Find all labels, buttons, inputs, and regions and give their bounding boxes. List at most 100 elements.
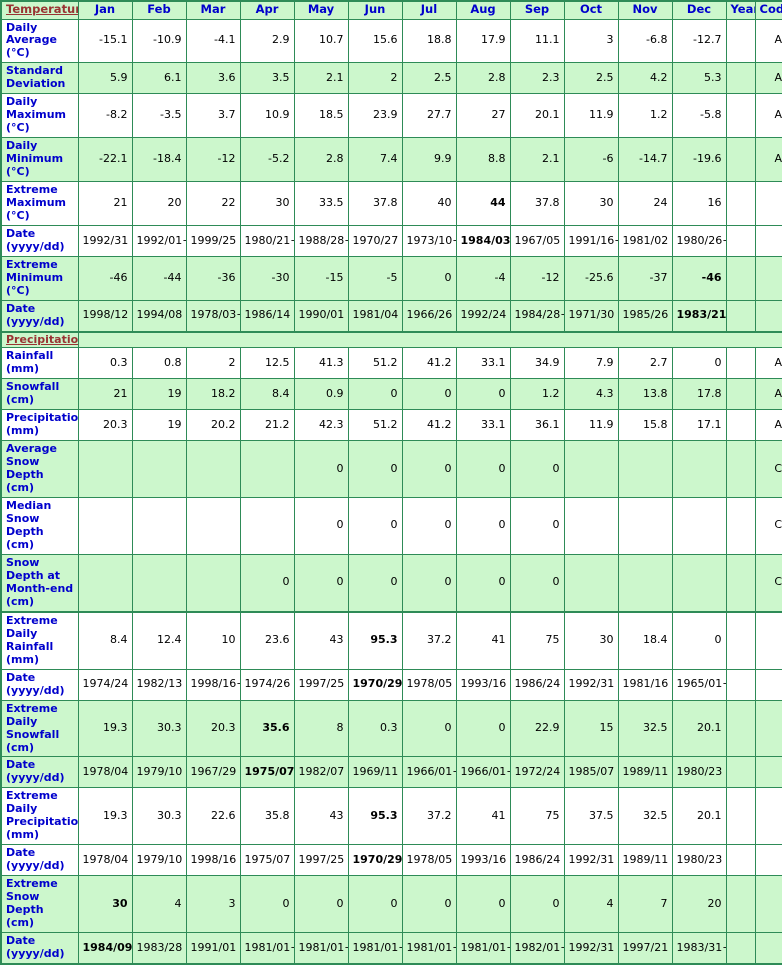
cell-dec: 5.3 — [671, 62, 727, 95]
cell-nov: 2.7 — [617, 347, 673, 380]
column-header-may: May — [293, 0, 349, 20]
cell-may: 0 — [293, 875, 349, 934]
cell-nov: 13.8 — [617, 378, 673, 411]
cell-aug: 0 — [455, 553, 511, 613]
row-label: Daily Average (°C) — [0, 18, 79, 64]
cell-mar: -4.1 — [185, 18, 241, 64]
cell-apr: 0 — [239, 553, 295, 613]
column-header-jun: Jun — [347, 0, 403, 20]
cell-dec: -12.7 — [671, 18, 727, 64]
cell-nov: 1981/16 — [617, 668, 673, 701]
section-divider-fill — [77, 330, 782, 349]
row-label: Median Snow Depth (cm) — [0, 497, 79, 555]
cell-year — [725, 699, 756, 758]
cell-code: A — [754, 347, 782, 380]
cell-mar: 10 — [185, 610, 241, 670]
cell-jun: 95.3 — [347, 610, 403, 670]
cell-oct: 30 — [563, 181, 619, 227]
cell-jul: 41.2 — [401, 347, 457, 380]
cell-mar — [185, 440, 241, 499]
cell-jul: 0 — [401, 256, 457, 301]
cell-apr: 12.5 — [239, 347, 295, 380]
cell-jul: 0 — [401, 378, 457, 411]
cell-jun: 1981/04 — [347, 299, 403, 333]
cell-jul: 40 — [401, 181, 457, 227]
cell-may: 0 — [293, 440, 349, 499]
cell-jan: -46 — [77, 256, 133, 301]
cell-mar: 3.6 — [185, 62, 241, 95]
cell-aug: 0 — [455, 440, 511, 499]
cell-sep: 0 — [509, 875, 565, 934]
cell-mar: 1999/25 — [185, 225, 241, 257]
cell-jan: 1998/12 — [77, 299, 133, 333]
cell-may: 43 — [293, 787, 349, 846]
cell-jun: 7.4 — [347, 137, 403, 183]
cell-jun: 15.6 — [347, 18, 403, 64]
cell-feb: 1994/08 — [131, 299, 187, 333]
table-body: Temperature:JanFebMarAprMayJunJulAugSepO… — [0, 0, 782, 965]
cell-oct: 4 — [563, 875, 619, 934]
cell-feb: 19 — [131, 409, 187, 442]
table-row: Extreme Daily Rainfall (mm) 8.4 12.4 10 23.6… — [0, 610, 782, 670]
cell-oct: 1992/31 — [563, 844, 619, 877]
cell-mar: -36 — [185, 256, 241, 301]
cell-feb: -3.5 — [131, 93, 187, 139]
cell-feb: 20 — [131, 181, 187, 227]
row-label: Average Snow Depth (cm) — [0, 440, 79, 499]
cell-apr: 1975/07 — [239, 756, 295, 789]
cell-oct: 11.9 — [563, 93, 619, 139]
cell-year — [725, 181, 756, 227]
cell-jan: 8.4 — [77, 610, 133, 670]
cell-sep: -12 — [509, 256, 565, 301]
table-row: Average Snow Depth (cm) 0 0 0 0 0 C — [0, 440, 782, 499]
cell-may: 0.9 — [293, 378, 349, 411]
cell-feb: -44 — [131, 256, 187, 301]
cell-nov: 1.2 — [617, 93, 673, 139]
cell-jul: 0 — [401, 440, 457, 499]
cell-aug: 1993/16 — [455, 844, 511, 877]
row-label: Date (yyyy/dd) — [0, 299, 79, 333]
cell-dec: 17.8 — [671, 378, 727, 411]
cell-apr: 23.6 — [239, 610, 295, 670]
cell-sep: 34.9 — [509, 347, 565, 380]
cell-mar: 3 — [185, 875, 241, 934]
cell-sep: 2.3 — [509, 62, 565, 95]
table-row: Extreme Maximum (°C) 21 20 22 30 33.5 37.8 40 44… — [0, 181, 782, 227]
section-header-precipitation: Precipitation: — [0, 330, 79, 349]
cell-jul: 1973/10+ — [401, 225, 457, 257]
column-header-oct: Oct — [563, 0, 619, 20]
cell-year — [725, 137, 756, 183]
cell-oct: 1992/31 — [563, 932, 619, 965]
cell-oct: 1971/30 — [563, 299, 619, 333]
cell-aug: 44 — [455, 181, 511, 227]
cell-may: 1981/01+ — [293, 932, 349, 965]
cell-mar — [185, 497, 241, 555]
table-row: Extreme Daily Snowfall (cm) 19.3 30.3 20.3 3… — [0, 699, 782, 758]
row-label: Extreme Daily Precipitation (mm) — [0, 787, 79, 846]
cell-sep: 1986/24 — [509, 844, 565, 877]
cell-nov: -37 — [617, 256, 673, 301]
cell-feb: 6.1 — [131, 62, 187, 95]
cell-sep: 1972/24 — [509, 756, 565, 789]
cell-mar: 3.7 — [185, 93, 241, 139]
cell-mar: 1978/03+ — [185, 299, 241, 333]
cell-may: 33.5 — [293, 181, 349, 227]
table-row: Snow Depth at Month-end (cm) 0 0 0 0 0 0 C — [0, 553, 782, 613]
table-row: Date (yyyy/dd) 1978/04 1979/10 1967/29 1975/… — [0, 756, 782, 789]
cell-dec: 1980/23 — [671, 756, 727, 789]
table-row: Date (yyyy/dd) 1978/04 1979/10 1998/16 1975/… — [0, 844, 782, 877]
cell-nov: -6.8 — [617, 18, 673, 64]
cell-jan: 1978/04 — [77, 756, 133, 789]
cell-jan: -15.1 — [77, 18, 133, 64]
cell-dec: 20 — [671, 875, 727, 934]
cell-mar: 1991/01 — [185, 932, 241, 965]
cell-aug: 0 — [455, 699, 511, 758]
cell-aug: 1984/03 — [455, 225, 511, 257]
cell-nov: 1989/11 — [617, 756, 673, 789]
cell-year — [725, 668, 756, 701]
cell-may: 1997/25 — [293, 668, 349, 701]
cell-jul: 1966/26 — [401, 299, 457, 333]
cell-nov — [617, 497, 673, 555]
cell-oct — [563, 440, 619, 499]
cell-year — [725, 378, 756, 411]
